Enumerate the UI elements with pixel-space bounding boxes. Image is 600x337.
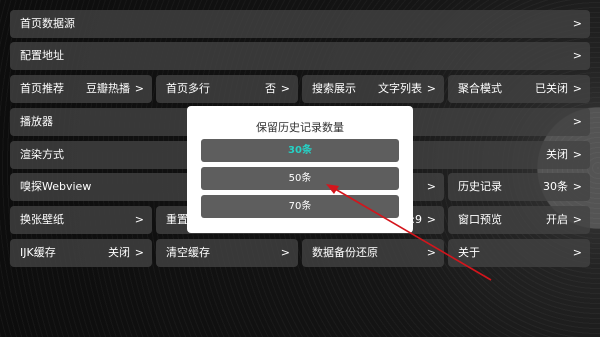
- setting-label: 嗅探Webview: [20, 180, 92, 193]
- chevron-right-icon: >: [280, 82, 290, 95]
- setting-label: 换张壁纸: [20, 213, 64, 226]
- chevron-right-icon: >: [572, 17, 582, 30]
- chevron-right-icon: >: [134, 82, 144, 95]
- setting-value: 关闭: [108, 246, 130, 259]
- setting-value: 30条: [543, 180, 568, 193]
- setting-label: 首页多行: [166, 82, 210, 95]
- setting-wallpaper[interactable]: 换张壁纸 >: [10, 206, 152, 234]
- history-count-dialog: 保留历史记录数量 30条 50条 70条: [187, 106, 413, 233]
- setting-label: 首页数据源: [20, 17, 75, 30]
- setting-value: 已关闭: [535, 82, 568, 95]
- setting-label: 重置: [166, 213, 188, 226]
- setting-value: 否: [265, 82, 276, 95]
- setting-about[interactable]: 关于 >: [448, 239, 590, 267]
- setting-home-source[interactable]: 首页数据源 >: [10, 10, 590, 38]
- setting-label: 渲染方式: [20, 148, 64, 161]
- setting-value: 关闭: [546, 148, 568, 161]
- chevron-right-icon: >: [134, 213, 144, 226]
- setting-window-preview[interactable]: 窗口预览 开启 >: [448, 206, 590, 234]
- setting-label: 首页推荐: [20, 82, 64, 95]
- chevron-right-icon: >: [572, 148, 582, 161]
- setting-label: 播放器: [20, 115, 53, 128]
- chevron-right-icon: >: [426, 246, 436, 259]
- chevron-right-icon: >: [572, 115, 582, 128]
- setting-value: 豆瓣热播: [86, 82, 130, 95]
- setting-label: 配置地址: [20, 49, 64, 62]
- setting-label: 搜索展示: [312, 82, 356, 95]
- chevron-right-icon: >: [426, 82, 436, 95]
- setting-label: 聚合模式: [458, 82, 502, 95]
- chevron-right-icon: >: [426, 180, 436, 193]
- chevron-right-icon: >: [572, 213, 582, 226]
- setting-clear-cache[interactable]: 清空缓存 >: [156, 239, 298, 267]
- chevron-right-icon: >: [572, 180, 582, 193]
- option-50[interactable]: 50条: [201, 167, 399, 190]
- setting-label: 数据备份还原: [312, 246, 378, 259]
- chevron-right-icon: >: [280, 246, 290, 259]
- setting-label: 历史记录: [458, 180, 502, 193]
- setting-value: 文字列表: [378, 82, 422, 95]
- setting-history[interactable]: 历史记录 30条 >: [448, 173, 590, 201]
- option-70[interactable]: 70条: [201, 195, 399, 218]
- setting-search-display[interactable]: 搜索展示 文字列表 >: [302, 75, 444, 103]
- setting-home-multiline[interactable]: 首页多行 否 >: [156, 75, 298, 103]
- setting-label: 清空缓存: [166, 246, 210, 259]
- setting-label: 窗口预览: [458, 213, 502, 226]
- setting-label: 关于: [458, 246, 480, 259]
- setting-home-recommend[interactable]: 首页推荐 豆瓣热播 >: [10, 75, 152, 103]
- setting-value: 开启: [546, 213, 568, 226]
- setting-label: IJK缓存: [20, 246, 56, 259]
- chevron-right-icon: >: [426, 213, 436, 226]
- chevron-right-icon: >: [572, 246, 582, 259]
- option-30[interactable]: 30条: [201, 139, 399, 162]
- setting-backup-restore[interactable]: 数据备份还原 >: [302, 239, 444, 267]
- setting-ijk-cache[interactable]: IJK缓存 关闭 >: [10, 239, 152, 267]
- setting-config-url[interactable]: 配置地址 >: [10, 42, 590, 70]
- setting-aggregate-mode[interactable]: 聚合模式 已关闭 >: [448, 75, 590, 103]
- dialog-title: 保留历史记录数量: [256, 121, 344, 134]
- chevron-right-icon: >: [134, 246, 144, 259]
- chevron-right-icon: >: [572, 82, 582, 95]
- chevron-right-icon: >: [572, 49, 582, 62]
